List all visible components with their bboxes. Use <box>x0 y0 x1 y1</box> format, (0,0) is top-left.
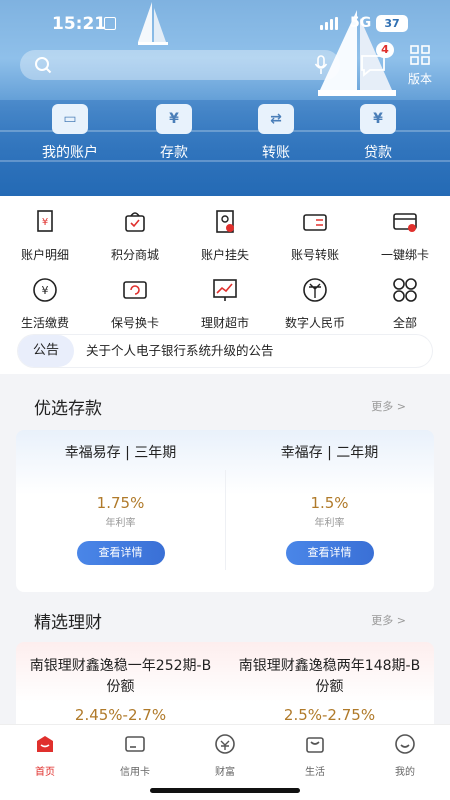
notice-tag: 公告 <box>18 335 74 367</box>
deposit-detail-button[interactable]: 查看详情 <box>285 541 374 565</box>
notice-text: 关于个人电子银行系统升级的公告 <box>86 343 274 358</box>
wealth-name: 南银理财鑫逸稳两年148期-B份额 <box>238 658 421 695</box>
version-button[interactable]: 版本 <box>400 44 440 87</box>
sim-icon <box>104 17 116 30</box>
account-detail-icon: ¥ <box>37 210 53 232</box>
quick-label: 转账 <box>262 145 290 161</box>
section-title-wealth: 精选理财 <box>34 613 102 633</box>
network-type: 5G <box>350 15 372 31</box>
deposit-icon: ¥ <box>156 104 192 134</box>
version-label: 版本 <box>407 72 432 86</box>
tab-label: 生活 <box>305 767 325 778</box>
section-title-deposits: 优选存款 <box>34 399 102 419</box>
deposit-name: 幸福存 | 二年期 <box>280 445 379 461</box>
shopping-bag-icon <box>306 737 324 753</box>
tab-label: 我的 <box>395 767 415 778</box>
svg-text:¥: ¥ <box>42 284 49 297</box>
digital-rmb-icon <box>303 278 327 302</box>
deposit-name: 幸福易存 | 三年期 <box>64 445 177 461</box>
account-transfer-icon <box>303 214 327 231</box>
deposit-rate-label: 年利率 <box>314 518 345 529</box>
service-digital-rmb[interactable]: 数字人民币 <box>270 276 360 331</box>
loan-icon: ¥ <box>360 104 396 134</box>
svg-text:¥: ¥ <box>42 217 48 228</box>
search-icon <box>35 57 52 74</box>
service-label: 理财超市 <box>200 316 249 330</box>
deposit-rate-label: 年利率 <box>105 518 136 529</box>
microphone-icon[interactable] <box>314 55 328 75</box>
wealth-market-icon <box>213 279 237 301</box>
service-label: 全部 <box>392 316 417 330</box>
credit-card-icon <box>125 736 145 752</box>
card-replace-icon <box>123 281 147 299</box>
service-label: 积分商城 <box>110 248 159 262</box>
hero-banner: 15:21 5G 37 4 版本 ▭ 我的账户 ¥ 存款 ⇄ 转账 ¥ 贷款 <box>0 0 450 196</box>
deposit-rate: 1.75% <box>96 494 145 512</box>
quick-label: 存款 <box>160 145 188 161</box>
service-bind-card[interactable]: 一键绑卡 <box>360 208 450 263</box>
service-label: 数字人民币 <box>284 316 345 330</box>
report-loss-icon <box>216 210 234 233</box>
status-time: 15:21 <box>52 14 107 34</box>
tab-mine[interactable]: 我的 <box>370 733 440 778</box>
tab-label: 财富 <box>215 767 235 778</box>
signal-icon <box>320 17 338 30</box>
message-button[interactable]: 4 <box>356 42 394 82</box>
battery-icon: 37 <box>376 15 408 32</box>
service-report-loss[interactable]: 账户挂失 <box>180 208 270 263</box>
home-indicator <box>150 788 300 793</box>
service-account-transfer[interactable]: 账号转账 <box>270 208 360 263</box>
tab-credit-card[interactable]: 信用卡 <box>100 733 170 778</box>
quick-deposit[interactable]: ¥ 存款 <box>134 104 214 162</box>
service-bill-pay[interactable]: ¥ 生活缴费 <box>0 276 90 331</box>
quick-transfer[interactable]: ⇄ 转账 <box>236 104 316 162</box>
bind-card-icon <box>393 213 417 232</box>
service-label: 账户挂失 <box>200 248 249 262</box>
deposit-card: 幸福易存 | 三年期 1.75% 年利率 查看详情 幸福存 | 二年期 1.5%… <box>16 430 434 592</box>
service-wealth-market[interactable]: 理财超市 <box>180 276 270 331</box>
tab-label: 信用卡 <box>120 767 150 778</box>
wealth-more-link[interactable]: 更多 > <box>371 612 406 628</box>
bill-pay-icon: ¥ <box>33 278 57 302</box>
message-badge: 4 <box>376 42 394 58</box>
service-label: 保号换卡 <box>110 316 159 330</box>
service-points-mall[interactable]: 积分商城 <box>90 208 180 263</box>
wealth-icon <box>215 734 235 754</box>
smile-icon <box>395 734 415 754</box>
wealth-item[interactable]: 南银理财鑫逸稳两年148期-B份额 2.5%-2.75% <box>225 642 434 724</box>
deposit-item[interactable]: 幸福易存 | 三年期 1.75% 年利率 查看详情 <box>16 430 225 592</box>
quick-loan[interactable]: ¥ 贷款 <box>338 104 418 162</box>
service-label: 一键绑卡 <box>380 248 429 262</box>
wealth-item[interactable]: 南银理财鑫逸稳一年252期-B份额 2.45%-2.7% <box>16 642 225 724</box>
service-label: 生活缴费 <box>20 316 69 330</box>
tab-home[interactable]: 首页 <box>10 733 80 778</box>
points-mall-icon <box>125 212 145 232</box>
service-account-detail[interactable]: ¥ 账户明细 <box>0 208 90 263</box>
deposit-item[interactable]: 幸福存 | 二年期 1.5% 年利率 查看详情 <box>225 430 434 592</box>
wealth-name: 南银理财鑫逸稳一年252期-B份额 <box>29 658 212 695</box>
version-icon <box>410 45 430 65</box>
all-icon <box>393 278 417 302</box>
wealth-rate: 2.5%-2.75% <box>283 706 376 724</box>
tab-wealth[interactable]: 财富 <box>190 733 260 778</box>
tab-label: 首页 <box>35 767 55 778</box>
status-bar: 15:21 5G 37 <box>0 0 450 46</box>
home-icon <box>37 736 53 752</box>
deposits-more-link[interactable]: 更多 > <box>371 398 406 414</box>
wallet-icon: ▭ <box>52 104 88 134</box>
tab-life[interactable]: 生活 <box>280 733 350 778</box>
service-card-replace[interactable]: 保号换卡 <box>90 276 180 331</box>
quick-label: 贷款 <box>364 145 392 161</box>
notice-bar[interactable]: 公告 关于个人电子银行系统升级的公告 <box>18 335 432 367</box>
transfer-icon: ⇄ <box>258 104 294 134</box>
deposit-rate: 1.5% <box>310 494 349 512</box>
deposit-detail-button[interactable]: 查看详情 <box>76 541 165 565</box>
search-bar[interactable] <box>20 50 340 80</box>
service-all[interactable]: 全部 <box>360 276 450 331</box>
quick-label: 我的账户 <box>42 145 98 161</box>
service-label: 账号转账 <box>290 248 339 262</box>
service-label: 账户明细 <box>20 248 69 262</box>
wealth-rate: 2.45%-2.7% <box>74 706 167 724</box>
quick-my-account[interactable]: ▭ 我的账户 <box>30 104 110 162</box>
